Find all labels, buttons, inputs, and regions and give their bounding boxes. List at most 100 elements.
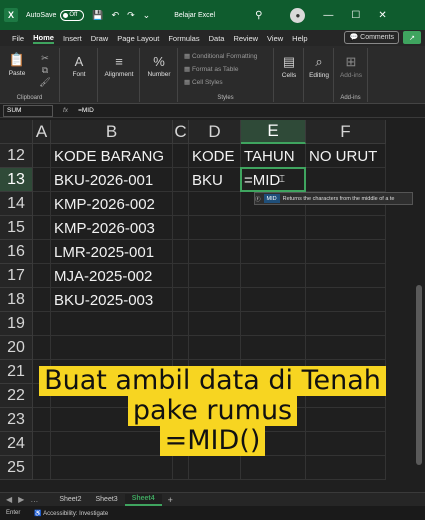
column-header-b[interactable]: B (51, 120, 173, 144)
tab-prev-icon[interactable]: ◀ (6, 495, 12, 504)
tab-sheet3[interactable]: Sheet3 (89, 494, 125, 506)
font-group: A Font (60, 48, 98, 102)
menu-home[interactable]: Home (33, 33, 54, 44)
redo-icon[interactable]: ↷ (127, 10, 135, 21)
font-icon: A (74, 54, 84, 69)
undo-icon[interactable]: ↶ (112, 10, 120, 21)
cell-b15[interactable]: KMP-2026-003 (51, 216, 173, 240)
number-button[interactable]: % Number (142, 54, 176, 78)
status-mode: Enter (6, 510, 21, 516)
maximize-icon[interactable]: ☐ (351, 10, 360, 21)
cell-d12[interactable]: KODE (189, 144, 241, 168)
tab-sheet2[interactable]: Sheet2 (52, 494, 88, 506)
caption-line-2: pake rumus (127, 396, 298, 426)
column-header-d[interactable]: D (189, 120, 241, 144)
cell-b12[interactable]: KODE BARANG (51, 144, 173, 168)
conditional-formatting-button[interactable]: ▦ Conditional Formatting (184, 52, 257, 60)
row-header-17[interactable]: 17 (0, 264, 33, 288)
avatar[interactable]: ● (290, 7, 306, 23)
menu-view[interactable]: View (267, 34, 283, 43)
status-bar: Enter ♿ Accessibility: Investigate (0, 506, 425, 520)
paste-button[interactable]: 📋 Paste (6, 52, 28, 77)
search-icon[interactable]: ⚲ (255, 10, 262, 21)
menu-help[interactable]: Help (292, 34, 307, 43)
addins-group: ⊞ Add-ins Add-ins (334, 48, 368, 102)
search-icon: ⌕ (315, 54, 323, 69)
share-button[interactable]: ↗ (403, 31, 421, 44)
cell-b17[interactable]: MJA-2025-002 (51, 264, 173, 288)
row-header-15[interactable]: 15 (0, 216, 33, 240)
tab-more-icon[interactable]: … (30, 495, 38, 504)
row-header-13[interactable]: 13 (0, 168, 33, 192)
addins-group-label: Add-ins (340, 95, 361, 101)
autosave-label: AutoSave (26, 11, 57, 19)
add-sheet-icon[interactable]: + (168, 495, 173, 505)
name-box[interactable]: SUM (3, 104, 53, 117)
menu-data[interactable]: Data (209, 34, 225, 43)
cell-styles-button[interactable]: ▦ Cell Styles (184, 78, 223, 86)
menu-file[interactable]: File (12, 34, 24, 43)
save-icon[interactable]: 💾 (92, 10, 103, 21)
autosave-toggle[interactable]: Off (60, 9, 85, 21)
menu-draw[interactable]: Draw (91, 34, 109, 43)
caption-overlay: Buat ambil data di Tenah pake rumus =MID… (0, 366, 425, 456)
row-header-19[interactable]: 19 (0, 312, 33, 336)
cell-e12[interactable]: TAHUN (241, 144, 306, 168)
formula-input[interactable]: =MID (78, 107, 94, 114)
row-header-18[interactable]: 18 (0, 288, 33, 312)
row-header-12[interactable]: 12 (0, 144, 33, 168)
cell-b18[interactable]: BKU-2025-003 (51, 288, 173, 312)
tab-next-icon[interactable]: ▶ (18, 495, 24, 504)
cell-b14[interactable]: KMP-2026-002 (51, 192, 173, 216)
menu-page-layout[interactable]: Page Layout (117, 34, 159, 43)
cell-f12[interactable]: NO URUT (306, 144, 386, 168)
addins-button[interactable]: ⊞ Add-ins (336, 54, 366, 79)
alignment-button[interactable]: ≡ Alignment (100, 54, 138, 78)
comments-button[interactable]: 💬 Comments (344, 31, 399, 44)
cell-b13[interactable]: BKU-2026-001 (51, 168, 173, 192)
autocomplete-function[interactable]: MID (263, 194, 280, 203)
editing-group: ⌕ Editing (304, 48, 334, 102)
minimize-icon[interactable]: — (323, 10, 333, 21)
row-header-20[interactable]: 20 (0, 336, 33, 360)
clipboard-icon: 📋 (8, 52, 26, 67)
formula-bar: SUM fx =MID (0, 104, 425, 118)
function-autocomplete[interactable]: ⓕ MID Returns the characters from the mi… (254, 192, 413, 205)
sheet-tabs-bar: ◀ ▶ … Sheet2 Sheet3 Sheet4 + (0, 492, 425, 506)
fx-icon[interactable]: fx (63, 107, 68, 114)
customize-toolbar-icon[interactable]: ⌄ (143, 10, 151, 21)
select-all-corner[interactable] (0, 120, 33, 144)
editing-button[interactable]: ⌕ Editing (306, 54, 332, 79)
cut-copy-icons[interactable]: ✂ ⧉ 🖌 (36, 52, 54, 88)
font-button[interactable]: A Font (64, 54, 94, 78)
text-cursor-icon: ⌶ (279, 174, 285, 185)
cells-button[interactable]: ▤ Cells (276, 54, 302, 79)
cell-d13[interactable]: BKU (189, 168, 241, 192)
caption-line-3: =MID() (159, 426, 266, 456)
column-header-c[interactable]: C (173, 120, 189, 144)
clipboard-group: 📋 Paste ✂ ⧉ 🖌 Clipboard (0, 48, 60, 102)
cells-icon: ▤ (282, 54, 296, 69)
menu-review[interactable]: Review (233, 34, 258, 43)
menu-insert[interactable]: Insert (63, 34, 82, 43)
excel-logo-icon: X (4, 8, 18, 22)
column-header-f[interactable]: F (306, 120, 386, 144)
clipboard-group-label: Clipboard (16, 95, 43, 101)
alignment-group: ≡ Alignment (98, 48, 140, 102)
tab-sheet4[interactable]: Sheet4 (124, 493, 162, 506)
styles-group: ▦ Conditional Formatting ▦ Format as Tab… (178, 48, 274, 102)
align-icon: ≡ (115, 54, 123, 69)
column-header-e[interactable]: E (241, 120, 306, 144)
row-header-25[interactable]: 25 (0, 456, 33, 480)
row-header-14[interactable]: 14 (0, 192, 33, 216)
close-icon[interactable]: ✕ (378, 10, 386, 21)
row-header-16[interactable]: 16 (0, 240, 33, 264)
cell-b16[interactable]: LMR-2025-001 (51, 240, 173, 264)
format-as-table-button[interactable]: ▦ Format as Table (184, 65, 238, 73)
function-icon: ⓕ (255, 196, 261, 203)
menu-formulas[interactable]: Formulas (168, 34, 199, 43)
ribbon: 📋 Paste ✂ ⧉ 🖌 Clipboard A Font ≡ Alignment… (0, 46, 425, 104)
column-header-a[interactable]: A (33, 120, 51, 144)
accessibility-status[interactable]: ♿ Accessibility: Investigate (34, 510, 108, 517)
document-title: Belajar Excel (174, 11, 216, 19)
